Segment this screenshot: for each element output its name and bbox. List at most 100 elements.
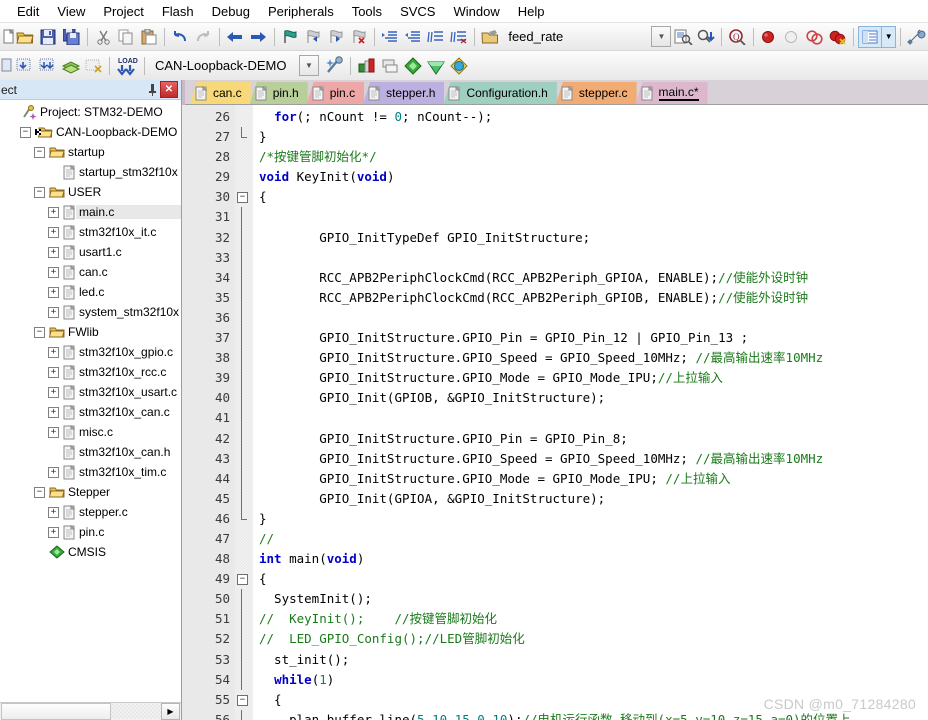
stop-build-icon[interactable]: [82, 55, 105, 77]
menu-item-edit[interactable]: Edit: [8, 2, 48, 21]
pack-manager-icon[interactable]: [447, 55, 470, 77]
menu-item-peripherals[interactable]: Peripherals: [259, 2, 343, 21]
code-line[interactable]: for(; nCount != 0; nCount--);: [259, 107, 928, 127]
hscroll-track[interactable]: [111, 704, 161, 719]
tree-item-project-stm32-demo[interactable]: Project: STM32-DEMO: [0, 102, 181, 122]
pin-icon[interactable]: [144, 83, 160, 96]
project-window-icon[interactable]: [858, 25, 883, 48]
editor-tab-stepper-h[interactable]: stepper.h: [363, 82, 445, 104]
tree-item-user[interactable]: − USER: [0, 182, 181, 202]
code-line[interactable]: GPIO_InitStructure.GPIO_Pin = GPIO_Pin_8…: [259, 429, 928, 449]
paste-icon[interactable]: [137, 26, 160, 48]
search-input[interactable]: feed_rate: [502, 29, 647, 44]
code-line[interactable]: void KeyInit(void): [259, 167, 928, 187]
fold-marker[interactable]: −: [235, 569, 253, 589]
bookmark-clear-icon[interactable]: [347, 26, 370, 48]
rebuild-all-icon[interactable]: [59, 55, 82, 77]
menu-item-debug[interactable]: Debug: [203, 2, 259, 21]
outdent-icon[interactable]: [402, 26, 425, 48]
code-line[interactable]: {: [259, 690, 928, 710]
project-window-dropdown-icon[interactable]: ▼: [882, 25, 897, 48]
code-line[interactable]: GPIO_InitStructure.GPIO_Speed = GPIO_Spe…: [259, 449, 928, 469]
tree-item-cmsis[interactable]: CMSIS: [0, 542, 181, 562]
collapse-toggle-icon[interactable]: −: [34, 326, 45, 338]
tree-item-stm32f10x-tim-c[interactable]: + stm32f10x_tim.c: [0, 462, 181, 482]
code-view[interactable]: 26 27 28 29 30 31 32 33 34 35 36 37 38 39 40 41 42 43 44 45…: [182, 105, 928, 720]
tree-item-fwlib[interactable]: − FWlib: [0, 322, 181, 342]
bookmark-toggle-icon[interactable]: [279, 26, 302, 48]
expand-toggle-icon[interactable]: +: [48, 226, 59, 238]
target-options-icon[interactable]: [323, 55, 346, 77]
project-panel-hscrollbar[interactable]: ▶: [0, 702, 181, 720]
hscroll-thumb[interactable]: [1, 703, 111, 720]
source-code[interactable]: for(; nCount != 0; nCount--);}/*按键管脚初始化*…: [253, 105, 928, 720]
tree-item-misc-c[interactable]: + misc.c: [0, 422, 181, 442]
multi-project-icon[interactable]: [378, 55, 401, 77]
expand-toggle-icon[interactable]: +: [48, 426, 59, 438]
tree-item-system-stm32f10x[interactable]: + system_stm32f10x: [0, 302, 181, 322]
save-icon[interactable]: [37, 26, 60, 48]
expand-toggle-icon[interactable]: +: [48, 206, 59, 218]
tree-item-pin-c[interactable]: + pin.c: [0, 522, 181, 542]
menu-item-view[interactable]: View: [48, 2, 94, 21]
code-line[interactable]: [259, 308, 928, 328]
menu-item-flash[interactable]: Flash: [153, 2, 203, 21]
code-line[interactable]: // KeyInit(); //按键管脚初始化: [259, 609, 928, 629]
tree-item-stm32f10x-can-c[interactable]: + stm32f10x_can.c: [0, 402, 181, 422]
code-line[interactable]: //: [259, 529, 928, 549]
bookmark-next-icon[interactable]: [324, 26, 347, 48]
save-all-icon[interactable]: [60, 26, 83, 48]
new-file-icon[interactable]: [0, 26, 14, 48]
fold-marker[interactable]: −: [235, 690, 253, 710]
expand-toggle-icon[interactable]: +: [48, 286, 59, 298]
collapse-toggle-icon[interactable]: −: [34, 186, 45, 198]
scroll-right-arrow-icon[interactable]: ▶: [161, 703, 180, 720]
editor-tab-can-c[interactable]: can.c: [190, 82, 251, 104]
code-line[interactable]: while(1): [259, 670, 928, 690]
code-line[interactable]: // LED_GPIO_Config();//LED管脚初始化: [259, 629, 928, 649]
code-line[interactable]: [259, 207, 928, 227]
build-target-icon[interactable]: [36, 55, 59, 77]
disable-breakpoint-icon[interactable]: [781, 26, 804, 48]
code-folding-column[interactable]: − − −: [235, 105, 253, 720]
tree-item-stm32f10x-gpio-c[interactable]: + stm32f10x_gpio.c: [0, 342, 181, 362]
code-line[interactable]: GPIO_InitStructure.GPIO_Mode = GPIO_Mode…: [259, 368, 928, 388]
find-in-files-icon[interactable]: [671, 26, 694, 48]
code-line[interactable]: GPIO_InitTypeDef GPIO_InitStructure;: [259, 228, 928, 248]
tree-item-main-c[interactable]: + main.c: [0, 202, 181, 222]
code-line[interactable]: GPIO_Init(GPIOB, &GPIO_InitStructure);: [259, 388, 928, 408]
code-line[interactable]: st_init();: [259, 650, 928, 670]
code-line[interactable]: }: [259, 127, 928, 147]
code-line[interactable]: {: [259, 569, 928, 589]
translate-file-icon[interactable]: [13, 55, 36, 77]
insert-breakpoint-icon[interactable]: [758, 26, 781, 48]
editor-tab-main-c-[interactable]: main.c*: [635, 82, 708, 104]
disable-all-breakpoints-icon[interactable]: [804, 26, 827, 48]
expand-toggle-icon[interactable]: +: [48, 306, 59, 318]
tree-item-can-c[interactable]: + can.c: [0, 262, 181, 282]
editor-tab-configuration-h[interactable]: Configuration.h: [443, 82, 557, 104]
find-bookmark-icon[interactable]: Q: [726, 26, 749, 48]
build-icon[interactable]: [0, 55, 13, 77]
copy-icon[interactable]: [114, 26, 137, 48]
collapse-toggle-icon[interactable]: −: [20, 126, 31, 138]
expand-toggle-icon[interactable]: +: [48, 406, 59, 418]
expand-toggle-icon[interactable]: +: [48, 466, 59, 478]
tree-item-stm32f10x-it-c[interactable]: + stm32f10x_it.c: [0, 222, 181, 242]
expand-toggle-icon[interactable]: +: [48, 366, 59, 378]
bookmark-prev-icon[interactable]: [301, 26, 324, 48]
expand-toggle-icon[interactable]: +: [48, 266, 59, 278]
search-scope-icon[interactable]: [479, 26, 502, 48]
code-line[interactable]: RCC_APB2PeriphClockCmd(RCC_APB2Periph_GP…: [259, 288, 928, 308]
expand-toggle-icon[interactable]: +: [48, 386, 59, 398]
kill-all-breakpoints-icon[interactable]: [827, 26, 850, 48]
expand-toggle-icon[interactable]: +: [48, 246, 59, 258]
expand-toggle-icon[interactable]: +: [48, 526, 59, 538]
download-load-icon[interactable]: LOAD: [114, 55, 140, 77]
expand-toggle-icon[interactable]: +: [48, 346, 59, 358]
indent-icon[interactable]: [379, 26, 402, 48]
tree-item-can-loopback-demo[interactable]: − CAN-Loopback-DEMO: [0, 122, 181, 142]
tree-item-usart1-c[interactable]: + usart1.c: [0, 242, 181, 262]
editor-tab-stepper-c[interactable]: stepper.c: [555, 82, 637, 104]
menu-item-svcs[interactable]: SVCS: [391, 2, 444, 21]
